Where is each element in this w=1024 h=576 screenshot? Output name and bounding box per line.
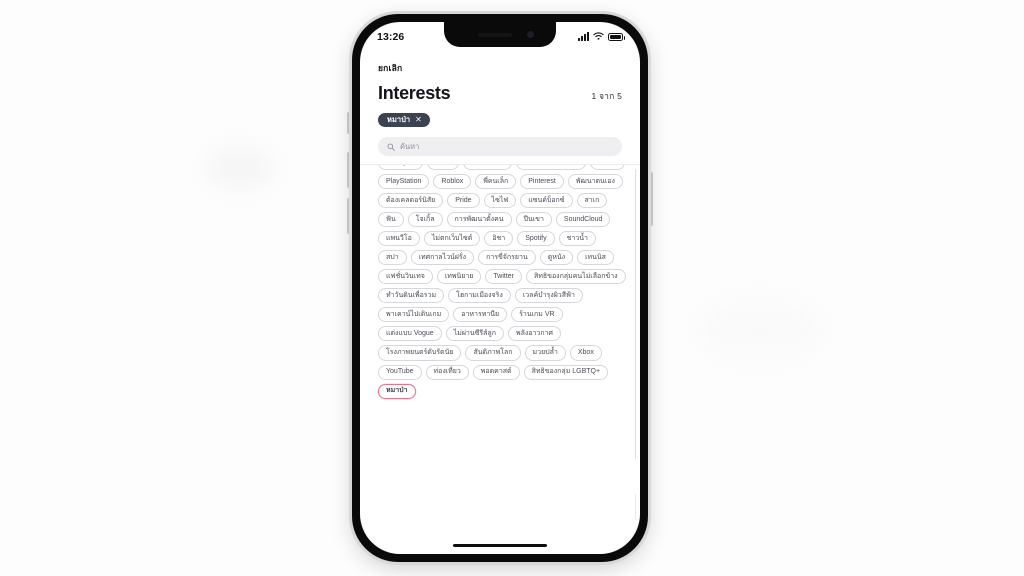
tag-cloud: Pub QuizRaveบริหารกายช่างภาพถ่ายวิดีโอแฟ… bbox=[378, 165, 626, 399]
selection-counter: 1 จาก 5 bbox=[591, 91, 622, 101]
tag-chip[interactable]: เวลค์บำรุงผิวสีฟ้า bbox=[514, 288, 583, 304]
tag-chip[interactable]: Xbox bbox=[569, 345, 602, 361]
tag-chip[interactable]: ไซไฟ bbox=[483, 193, 517, 209]
tag-chip[interactable]: อาหารทานีย bbox=[453, 307, 508, 323]
tag-chip[interactable]: ชาวน้ำ bbox=[558, 231, 596, 247]
tag-chip[interactable]: Twitter bbox=[485, 269, 522, 285]
tag-cloud-scroller[interactable]: Pub QuizRaveบริหารกายช่างภาพถ่ายวิดีโอแฟ… bbox=[360, 164, 640, 554]
tag-chip[interactable]: สปา bbox=[378, 250, 407, 266]
tag-chip[interactable]: โจเกิ้ล bbox=[407, 212, 443, 228]
tag-chip[interactable]: แซนด์บ็อกซ์ bbox=[520, 193, 573, 209]
tag-chip[interactable]: ฟัน bbox=[378, 212, 404, 228]
tag-chip[interactable]: พลังอาวกาศ bbox=[507, 326, 561, 342]
power-button[interactable] bbox=[648, 172, 653, 226]
selected-chip-label: หมาป่า bbox=[387, 115, 411, 125]
tag-chip[interactable]: Pub Quiz bbox=[378, 165, 423, 171]
earpiece-speaker-icon bbox=[478, 33, 512, 37]
tag-chip[interactable]: พัฒนาตนเอง bbox=[567, 174, 623, 190]
tag-chip[interactable]: สิทธิของกลุ่มคนไม่เลือกข้าง bbox=[526, 269, 626, 285]
wifi-icon bbox=[593, 32, 604, 40]
tag-chip[interactable]: Pinterest bbox=[520, 174, 564, 190]
battery-icon bbox=[608, 32, 625, 41]
tag-chip[interactable]: สันติภาพโลก bbox=[465, 345, 521, 361]
vertical-scrollbar[interactable] bbox=[634, 169, 636, 459]
background-blob bbox=[700, 300, 820, 360]
nav-bar: ยกเลิก bbox=[360, 48, 640, 76]
tag-chip[interactable]: ทำวันดินเพื่อรวม bbox=[378, 288, 445, 304]
screenshot-canvas: 13:26 ยกเลิก Interests 1 จาก 5 หมาป่า ✕ bbox=[0, 0, 1024, 576]
status-time: 13:26 bbox=[377, 30, 405, 43]
tag-chip[interactable]: ไม่ตกเว็บไซต์ bbox=[423, 231, 481, 247]
background-blob bbox=[205, 148, 275, 190]
tag-chip[interactable]: การพัฒนาตั้งคน bbox=[446, 212, 512, 228]
tag-chip[interactable]: โรงภาพยนตร์ดับรัตนัย bbox=[378, 345, 462, 361]
page-title: Interests bbox=[378, 83, 451, 103]
tag-chip[interactable]: พอดคาสต์ bbox=[472, 364, 520, 380]
tag-chip-selected[interactable]: หมาป่า bbox=[378, 383, 416, 399]
tag-chip[interactable]: การขี่จักรยาน bbox=[478, 250, 536, 266]
device-notch bbox=[444, 22, 556, 47]
search-box[interactable] bbox=[378, 137, 622, 156]
tag-chip[interactable]: YouTube bbox=[378, 364, 422, 380]
vertical-scrollbar-lower[interactable] bbox=[634, 494, 636, 520]
tag-chip[interactable]: ร้านเกม VR bbox=[511, 307, 563, 323]
tag-chip[interactable]: เทศกาลไวน์ฝรั่ง bbox=[410, 250, 475, 266]
status-icons bbox=[578, 32, 625, 41]
search-input[interactable] bbox=[400, 142, 613, 151]
tag-chip[interactable]: พี่คนเล็ก bbox=[475, 174, 517, 190]
tag-chip[interactable]: ปีนเขา bbox=[515, 212, 552, 228]
tag-chip[interactable]: ดูหนัง bbox=[539, 250, 574, 266]
interests-page: ยกเลิก Interests 1 จาก 5 หมาป่า ✕ Pub Qui… bbox=[360, 48, 640, 554]
tag-chip[interactable]: มวยปล้ำ bbox=[524, 345, 566, 361]
tag-chip[interactable]: แฟชั่นวินเทจ bbox=[378, 269, 433, 285]
tag-chip[interactable]: ไม่ผ่านซีรีส์ลูก bbox=[445, 326, 504, 342]
tag-chip[interactable]: SoundCloud bbox=[555, 212, 611, 228]
tag-chip[interactable]: โฮกามเมืองจริง bbox=[448, 288, 511, 304]
tag-chip[interactable]: แพนวีโอ bbox=[378, 231, 420, 247]
tag-chip[interactable]: สิทธิของกลุ่ม LGBTQ+ bbox=[523, 364, 609, 380]
tag-chip[interactable]: บริหารกาย bbox=[463, 165, 512, 171]
selected-chip[interactable]: หมาป่า ✕ bbox=[378, 113, 430, 127]
tag-chip[interactable]: PlayStation bbox=[378, 174, 430, 190]
tag-chip[interactable]: เทพนิยาย bbox=[436, 269, 482, 285]
tag-chip[interactable]: แต่งแบบ Vogue bbox=[378, 326, 442, 342]
close-icon[interactable]: ✕ bbox=[415, 116, 422, 124]
home-indicator[interactable] bbox=[453, 543, 547, 547]
search-section bbox=[360, 127, 640, 156]
tag-chip[interactable]: Spotify bbox=[517, 231, 555, 247]
cancel-link[interactable]: ยกเลิก bbox=[378, 63, 402, 73]
search-icon bbox=[387, 143, 395, 151]
front-camera-icon bbox=[527, 31, 534, 38]
phone-screen: 13:26 ยกเลิก Interests 1 จาก 5 หมาป่า ✕ bbox=[360, 22, 640, 554]
tag-chip[interactable]: เทนนิส bbox=[577, 250, 614, 266]
tag-chip[interactable]: พาเคาน์ไปเดินเกม bbox=[378, 307, 450, 323]
tag-chip[interactable]: อิชา bbox=[484, 231, 514, 247]
tag-chip[interactable]: ช่างภาพถ่ายวิดีโอ bbox=[515, 165, 586, 171]
cellular-signal-icon bbox=[578, 32, 589, 41]
tag-chip[interactable]: Rave bbox=[426, 165, 460, 171]
tag-chip[interactable]: Roblox bbox=[433, 174, 472, 190]
title-row: Interests 1 จาก 5 bbox=[360, 76, 640, 104]
tag-chip[interactable]: Pride bbox=[447, 193, 480, 209]
tag-chip[interactable]: แฟชั่น bbox=[589, 165, 625, 171]
tag-chip[interactable]: สาเก bbox=[576, 193, 608, 209]
tag-chip[interactable]: ต้องเคลตอร์นิสัย bbox=[378, 193, 444, 209]
selected-chips-row: หมาป่า ✕ bbox=[360, 104, 640, 127]
tag-chip[interactable]: ท่องเที่ยว bbox=[425, 364, 469, 380]
